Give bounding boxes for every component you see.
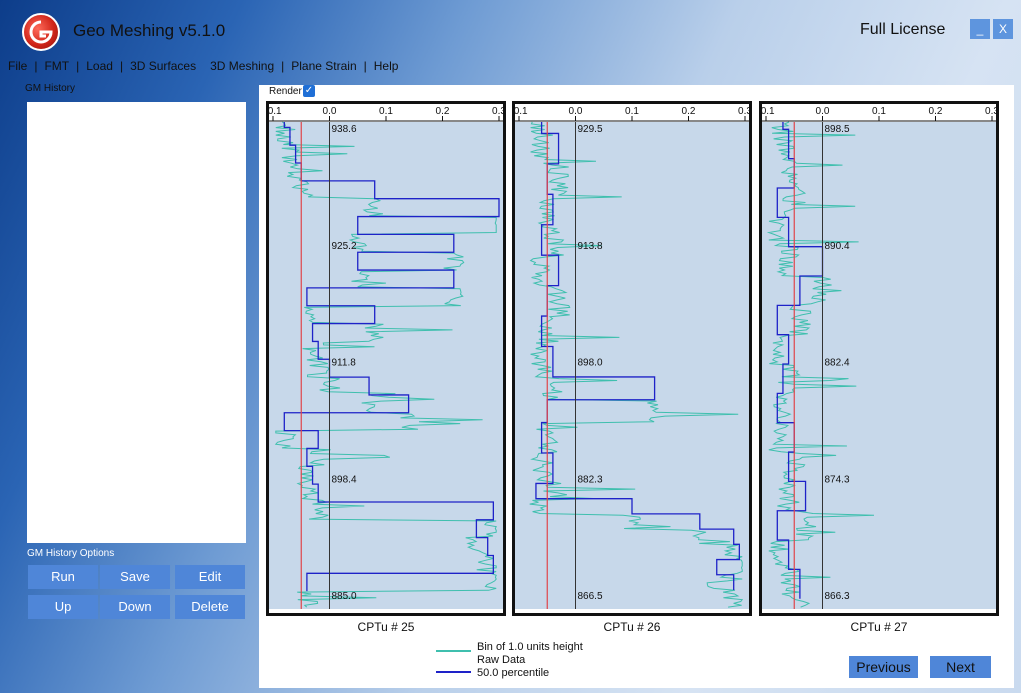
x-tick-label: -0.1 [515,106,528,117]
y-tick-label: 866.3 [825,591,850,602]
menu-separator: | [281,59,285,73]
previous-button[interactable]: Previous [849,656,918,678]
menu-separator: | [76,59,80,73]
title-bar: Geo Meshing v5.1.0 Full License _ X [0,0,1021,58]
up-button[interactable]: Up [28,595,98,619]
render-label: Render [269,86,302,97]
delete-button[interactable]: Delete [175,595,245,619]
x-tick-label: 0.1 [872,106,886,117]
chart-title-1: CPTu # 26 [603,620,661,634]
menu-bar: File | FMT | Load | 3D Surfaces 3D Meshing | Plan… [8,59,398,73]
app-title: Geo Meshing v5.1.0 [73,21,226,40]
menu-3d-meshing[interactable]: 3D Meshing [210,59,274,73]
x-tick-label: 0.0 [323,106,337,117]
close-button[interactable]: X [993,19,1013,39]
legend-bin-swatch [436,671,471,673]
chart-title-2: CPTu # 27 [850,620,908,634]
chart-title-0: CPTu # 25 [357,620,415,634]
menu-load[interactable]: Load [86,59,113,73]
history-options-label: GM History Options [27,548,115,559]
y-tick-label: 882.3 [578,474,603,485]
chart-cptu-26: -0.1 0.0 0.1 0.2 0.3 929.5 913.8 898.0 882.3 866.… [512,101,752,616]
chart-cptu-25: -0.1 0.0 0.1 0.2 0.3 938.6 925.2 911.8 898.4 885.… [266,101,506,616]
y-tick-label: 898.4 [332,474,357,485]
y-tick-label: 938.6 [332,124,357,135]
x-tick-label: 0.3 [985,106,996,117]
y-tick-label: 885.0 [332,591,357,602]
menu-3d-surfaces[interactable]: 3D Surfaces [130,59,196,73]
x-tick-label: 0.2 [929,106,943,117]
plot-area [515,122,749,609]
menu-fmt[interactable]: FMT [44,59,69,73]
app-logo-icon [22,13,60,51]
y-tick-label: 925.2 [332,241,357,252]
run-button[interactable]: Run [28,565,98,589]
plot-area [269,122,503,609]
down-button[interactable]: Down [100,595,170,619]
history-label: GM History [25,83,75,94]
menu-separator: | [34,59,38,73]
menu-plane-strain[interactable]: Plane Strain [291,59,356,73]
save-button[interactable]: Save [100,565,170,589]
chart-svg-0: -0.1 0.0 0.1 0.2 0.3 938.6 925.2 911.8 898.4 885.… [269,106,503,609]
license-label: Full License [860,21,946,38]
y-tick-label: 913.8 [578,241,603,252]
render-panel: Render ✓ -0.1 0.0 0.1 0.2 0.3 938.6 925.2 911.8… [259,85,1014,688]
x-tick-label: -0.1 [269,106,282,117]
chart-svg-2: -0.1 0.0 0.1 0.2 0.3 898.5 890.4 882.4 874.3 866.… [762,106,996,609]
next-button[interactable]: Next [930,656,991,678]
legend-percentile: 50.0 percentile [477,667,550,679]
x-tick-label: 0.1 [379,106,393,117]
y-tick-label: 898.5 [825,124,850,135]
render-checkbox[interactable]: ✓ [303,85,315,97]
x-tick-label: 0.0 [569,106,583,117]
chart-cptu-27: -0.1 0.0 0.1 0.2 0.3 898.5 890.4 882.4 874.3 866.… [759,101,999,616]
y-tick-label: 874.3 [825,474,850,485]
x-tick-label: 0.2 [682,106,696,117]
x-tick-label: 0.3 [738,106,749,117]
menu-separator: | [363,59,367,73]
x-tick-label: 0.3 [492,106,503,117]
legend-raw: Raw Data [477,654,526,666]
legend-bin: Bin of 1.0 units height [477,641,583,653]
x-tick-label: 0.1 [625,106,639,117]
y-tick-label: 911.8 [332,358,357,369]
minimize-button[interactable]: _ [970,19,990,39]
menu-separator: | [119,59,124,73]
y-tick-label: 898.0 [578,358,603,369]
x-tick-label: 0.2 [436,106,450,117]
legend-raw-swatch [436,650,471,652]
y-tick-label: 890.4 [825,241,850,252]
y-tick-label: 882.4 [825,358,850,369]
y-tick-label: 866.5 [578,591,603,602]
menu-file[interactable]: File [8,59,27,73]
edit-button[interactable]: Edit [175,565,245,589]
y-tick-label: 929.5 [578,124,603,135]
menu-help[interactable]: Help [374,59,399,73]
history-list[interactable] [27,102,246,543]
chart-svg-1: -0.1 0.0 0.1 0.2 0.3 929.5 913.8 898.0 882.3 866.… [515,106,749,609]
x-tick-label: 0.0 [816,106,830,117]
x-tick-label: -0.1 [762,106,775,117]
